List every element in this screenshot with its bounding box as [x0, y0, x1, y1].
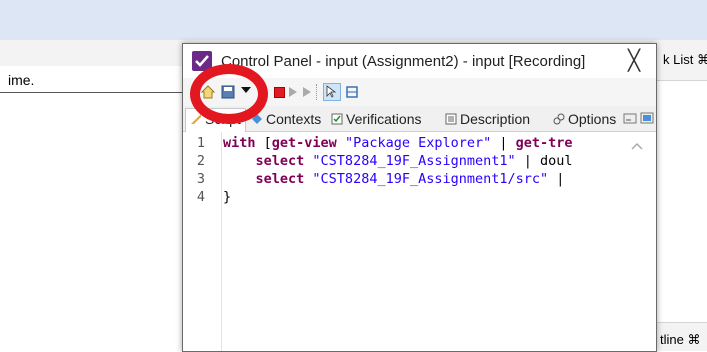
code-area[interactable]: with [get-view "Package Explorer" | get-… — [221, 132, 621, 351]
description-icon — [445, 110, 457, 125]
play-next-icon[interactable] — [303, 87, 311, 97]
minimize-view-icon[interactable] — [623, 111, 637, 125]
line-number-gutter: 1 2 3 4 — [183, 132, 222, 351]
options-icon — [553, 110, 565, 125]
toolbar-separator — [316, 84, 318, 100]
keyword: with — [223, 135, 256, 151]
play-icon[interactable] — [289, 87, 297, 97]
tab-label: Verifications — [346, 111, 422, 127]
window-title: Control Panel - input (Assignment2) - in… — [221, 53, 586, 70]
line-number: 3 — [196, 171, 205, 187]
background-text: ime. — [8, 72, 35, 88]
keyword: select — [255, 153, 305, 169]
keyword: select — [255, 171, 305, 187]
pointer-icon[interactable] — [323, 83, 341, 101]
tab-label: Description — [460, 111, 531, 127]
tab-label: Contexts — [266, 111, 322, 127]
line-number: 4 — [196, 189, 205, 205]
code-text: | doul — [515, 153, 573, 169]
line-number: 1 — [196, 135, 205, 151]
line-number: 2 — [196, 153, 205, 169]
annotation-circle — [190, 64, 268, 124]
code-line: with [get-view "Package Explorer" | get-… — [223, 134, 573, 152]
tab-contexts[interactable]: Contexts — [251, 109, 321, 130]
stop-record-icon[interactable] — [274, 87, 285, 98]
tab-verifications[interactable]: Verifications — [331, 109, 421, 130]
background-left-pane — [0, 66, 186, 350]
tab-options[interactable]: Options — [553, 109, 616, 130]
tab-description[interactable]: Description — [445, 109, 530, 130]
code-text: [ — [255, 135, 272, 151]
code-line: select "CST8284_19F_Assignment1/src" | — [223, 170, 565, 188]
script-editor[interactable]: 1 2 3 4 with [get-view "Package Explorer… — [183, 132, 656, 351]
code-text: | — [491, 135, 516, 151]
capture-icon[interactable] — [345, 85, 359, 99]
code-line: } — [223, 188, 231, 206]
maximize-view-icon[interactable] — [640, 111, 654, 125]
code-line: select "CST8284_19F_Assignment1" | doul — [223, 152, 573, 170]
string-literal: "CST8284_19F_Assignment1/src" — [304, 171, 549, 187]
string-literal: "Package Explorer" — [336, 135, 492, 151]
string-literal: "CST8284_19F_Assignment1" — [304, 153, 516, 169]
outline-tab-label[interactable]: tline ⌘ — [660, 332, 700, 348]
divider — [0, 92, 186, 93]
tab-label: Options — [568, 111, 617, 127]
keyword: get-tre — [515, 135, 573, 151]
background-right-pane — [655, 40, 707, 350]
keyword: get-view — [271, 135, 337, 151]
task-list-tab-label[interactable]: k List ⌘ — [663, 52, 707, 68]
vertical-scrollbar[interactable] — [621, 132, 656, 351]
verifications-icon — [331, 110, 343, 125]
code-text: | — [548, 171, 565, 187]
top-band — [0, 0, 707, 40]
chevron-up-icon[interactable] — [631, 138, 643, 150]
code-text: } — [223, 189, 232, 205]
close-button[interactable]: ╳ — [619, 48, 649, 74]
